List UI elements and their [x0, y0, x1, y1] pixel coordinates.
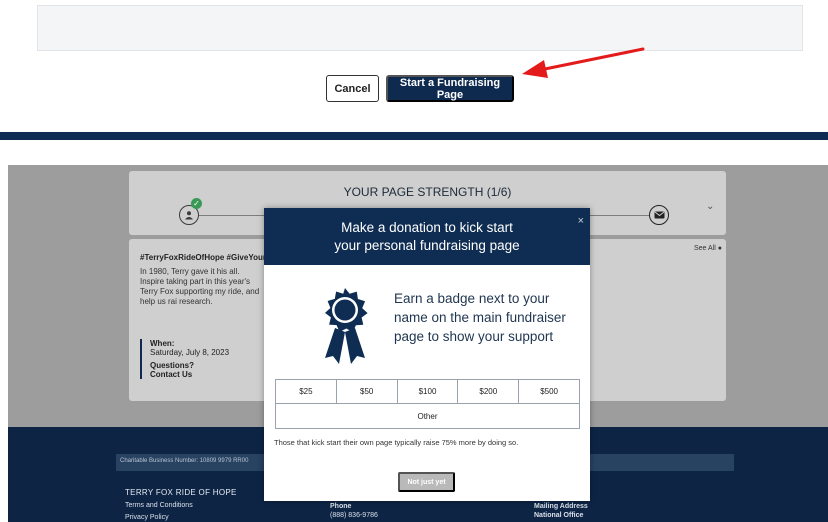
story-hashtags: #TerryFoxRideOfHope #GiveYourA: [140, 253, 272, 262]
email-step-icon[interactable]: [649, 205, 669, 225]
questions-label: Questions?: [150, 361, 195, 370]
close-icon[interactable]: ×: [578, 212, 584, 230]
mailing-value: National Office: [534, 512, 584, 519]
amount-option-200[interactable]: $200: [458, 380, 520, 403]
red-arrow-annotation: [522, 47, 645, 78]
amount-option-50[interactable]: $50: [337, 380, 398, 403]
donation-modal: Make a donation to kick start your perso…: [264, 208, 590, 501]
not-just-yet-button[interactable]: Not just yet: [398, 472, 455, 492]
screenshot-root: Cancel Start a Fundraising Page YOUR PAG…: [0, 0, 828, 522]
modal-title-line1: Make a donation to kick start: [341, 220, 513, 235]
amount-option-100[interactable]: $100: [398, 380, 459, 403]
donation-amounts: $25 $50 $100 $200 $500 Other: [275, 379, 580, 429]
section-divider: [0, 132, 828, 140]
phone-value[interactable]: (888) 836-9786: [330, 512, 378, 519]
modal-title-line2: your personal fundraising page: [334, 238, 520, 253]
footer-phone: Phone (888) 836-9786: [330, 502, 378, 520]
footer-mailing: Mailing Address National Office: [534, 502, 588, 520]
footer-org-name: TERRY FOX RIDE OF HOPE: [125, 488, 237, 497]
when-value: Saturday, July 8, 2023: [150, 348, 230, 357]
charitable-number: Charitable Business Number: 10809 9979 R…: [120, 458, 249, 464]
badge-description: Earn a badge next to your name on the ma…: [394, 291, 566, 344]
start-fundraising-page-button[interactable]: Start a Fundraising Page: [386, 75, 514, 102]
award-badge-icon: [325, 288, 368, 364]
amount-option-25[interactable]: $25: [276, 380, 337, 403]
see-all-label: See All: [694, 245, 716, 252]
check-icon: ✓: [191, 198, 202, 209]
info-icon: ●: [717, 245, 722, 252]
amount-options-row: $25 $50 $100 $200 $500: [276, 380, 579, 404]
modal-header: Make a donation to kick start your perso…: [264, 208, 590, 265]
see-all-link[interactable]: See All ●: [694, 245, 722, 252]
story-text: In 1980, Terry gave it his all. Inspire …: [140, 267, 260, 306]
page-strength-title: YOUR PAGE STRENGTH (1/6): [343, 185, 512, 199]
modal-note: Those that kick start their own page typ…: [274, 438, 519, 447]
contact-us-link[interactable]: Contact Us: [150, 370, 229, 379]
terms-link[interactable]: Terms and Conditions: [125, 502, 193, 509]
top-content-panel: [37, 5, 803, 51]
amount-option-500[interactable]: $500: [519, 380, 579, 403]
phone-label: Phone: [330, 503, 352, 510]
when-label: When:: [150, 339, 175, 348]
event-details: When: Saturday, July 8, 2023 Questions? …: [140, 339, 229, 379]
mailing-label: Mailing Address: [534, 503, 588, 510]
amount-option-other[interactable]: Other: [276, 404, 579, 429]
privacy-link[interactable]: Privacy Policy: [125, 514, 169, 521]
cancel-button[interactable]: Cancel: [326, 75, 379, 102]
chevron-down-icon[interactable]: ⌄: [706, 201, 714, 212]
